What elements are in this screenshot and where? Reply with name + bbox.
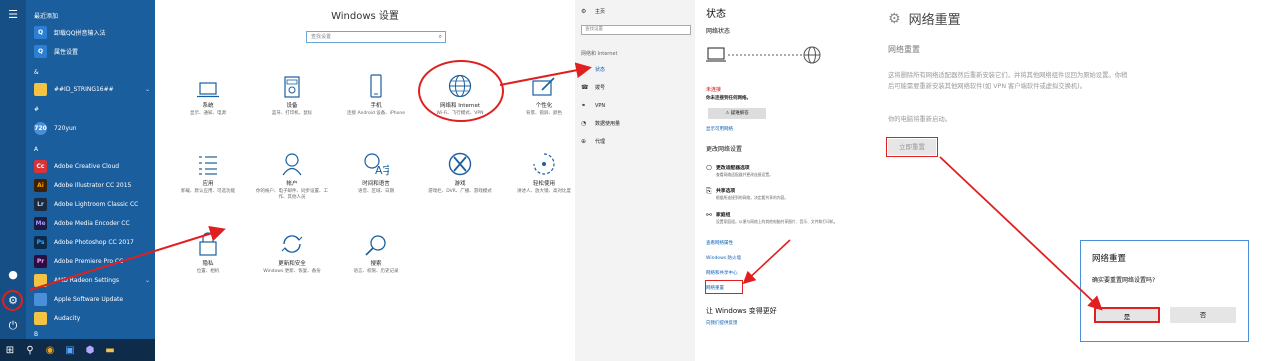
arrow-reset-to-yes [939, 156, 1103, 311]
annotation-arrows [29, 62, 1103, 311]
arrow-start-to-privacy [29, 225, 226, 291]
arrow-network-to-status [499, 62, 592, 86]
arrow-to-reset-link [742, 239, 791, 285]
